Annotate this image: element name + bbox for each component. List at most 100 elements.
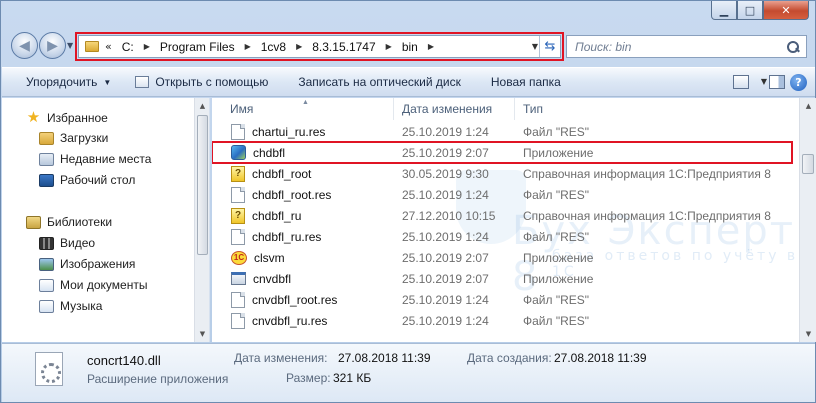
star-icon: ★	[26, 109, 41, 126]
table-row[interactable]: ? chdbfl_root 30.05.2019 9:30 Справочная …	[212, 163, 792, 184]
scroll-up-icon[interactable]: ▲	[195, 98, 210, 114]
scroll-down-icon[interactable]: ▼	[800, 326, 816, 342]
details-size-label: Размер:	[286, 371, 331, 385]
table-row[interactable]: 1С clsvm 25.10.2019 2:07 Приложение	[212, 247, 792, 268]
breadcrumb-bin[interactable]: bin	[402, 40, 418, 54]
nav-item-desktop[interactable]: Рабочий стол	[39, 173, 135, 187]
breadcrumb-program-files[interactable]: Program Files	[160, 40, 235, 54]
res-file-icon	[231, 228, 245, 245]
nav-item-images[interactable]: Изображения	[39, 257, 135, 271]
close-button[interactable]: ✕	[763, 1, 809, 20]
nav-pane-scrollbar[interactable]: ▲ ▼	[194, 98, 209, 342]
refresh-button[interactable]: ⇆	[539, 36, 560, 57]
file-type: Файл "RES"	[523, 313, 590, 328]
column-header-name[interactable]: ▲ Имя	[212, 98, 394, 120]
file-name: cnvdbfl_root.res	[252, 292, 338, 307]
nav-item-libraries[interactable]: Библиотеки	[26, 215, 112, 229]
address-bar[interactable]: « C: ▶ Program Files ▶ 1cv8 ▶ 8.3.15.174…	[75, 32, 564, 61]
help-button[interactable]: ?	[790, 74, 807, 91]
video-library-icon	[39, 236, 54, 250]
scrollbar-thumb[interactable]	[802, 154, 814, 174]
preview-pane-button[interactable]	[769, 75, 785, 89]
nav-label-images: Изображения	[60, 257, 136, 271]
file-date: 25.10.2019 1:24	[402, 292, 489, 307]
file-type: Файл "RES"	[523, 124, 590, 139]
nav-label-favorites: Избранное	[47, 111, 108, 125]
back-button[interactable]: ◀	[11, 32, 38, 59]
recent-pages-dropdown[interactable]: ▼	[67, 41, 73, 50]
table-row[interactable]: chdbfl_root.res 25.10.2019 1:24 Файл "RE…	[212, 184, 792, 205]
res-file-icon	[231, 186, 245, 203]
nav-item-video[interactable]: Видео	[39, 236, 95, 250]
column-headers: ▲ Имя Дата изменения Тип	[212, 98, 792, 120]
address-history-dropdown[interactable]: ▼	[532, 42, 538, 51]
file-date: 25.10.2019 2:07	[402, 250, 489, 265]
organize-button[interactable]: Упорядочить ▼	[2, 68, 121, 96]
column-header-type[interactable]: Тип	[515, 98, 785, 120]
file-name: chdbfl_root.res	[252, 187, 332, 202]
scroll-down-icon[interactable]: ▼	[195, 326, 210, 342]
file-name: clsvm	[254, 250, 285, 265]
table-row[interactable]: cnvdbfl 25.10.2019 2:07 Приложение	[212, 268, 792, 289]
nav-label-libraries: Библиотеки	[47, 215, 113, 229]
breadcrumb-separator-icon[interactable]: ▶	[386, 42, 392, 51]
table-row[interactable]: chdbfl_ru.res 25.10.2019 1:24 Файл "RES"	[212, 226, 792, 247]
table-row[interactable]: cnvdbfl_ru.res 25.10.2019 1:24 Файл "RES…	[212, 310, 792, 331]
view-options-dropdown[interactable]: ▼	[761, 77, 767, 86]
help-file-icon: ?	[231, 207, 245, 224]
nav-item-recent[interactable]: Недавние места	[39, 152, 151, 166]
burn-disc-button[interactable]: Записать на оптический диск	[278, 68, 471, 96]
breadcrumb-drive[interactable]: C:	[122, 40, 134, 54]
search-input[interactable]: Поиск: bin	[575, 40, 786, 54]
breadcrumb-version[interactable]: 8.3.15.1747	[312, 40, 375, 54]
scrollbar-thumb[interactable]	[197, 115, 208, 255]
file-name: cnvdbfl_ru.res	[252, 313, 328, 328]
search-icon[interactable]	[786, 40, 800, 54]
breadcrumb-separator-icon[interactable]: ▶	[144, 42, 150, 51]
file-name: chdbfl_ru.res	[252, 229, 322, 244]
column-header-date[interactable]: Дата изменения	[394, 98, 515, 120]
dll-file-icon	[35, 352, 63, 386]
file-list-scrollbar[interactable]: ▲ ▼	[799, 98, 816, 342]
navigation-pane: ★ Избранное Загрузки Недавние места Рабо…	[2, 98, 210, 342]
chevron-down-icon: ▼	[103, 77, 112, 87]
search-box[interactable]: Поиск: bin	[566, 35, 807, 58]
breadcrumb-1cv8[interactable]: 1cv8	[261, 40, 286, 54]
libraries-icon	[26, 215, 41, 229]
open-with-label: Открыть с помощью	[155, 75, 269, 89]
minimize-button[interactable]: ▁	[711, 1, 737, 20]
details-pane: concrt140.dll Расширение приложения Дата…	[2, 343, 815, 402]
file-date: 30.05.2019 9:30	[402, 166, 489, 181]
breadcrumb-separator-icon[interactable]: ▶	[296, 42, 302, 51]
table-row-highlighted[interactable]: chdbfl 25.10.2019 2:07 Приложение	[212, 141, 793, 164]
res-file-icon	[231, 123, 245, 140]
forward-button[interactable]: ▶	[39, 32, 66, 59]
table-row[interactable]: ? chdbfl_ru 27.12.2010 10:15 Справочная и…	[212, 205, 792, 226]
address-overflow[interactable]: «	[105, 40, 112, 53]
file-list: Бух Эксперт 8 база ответов по учёту в 1С…	[212, 98, 816, 342]
scroll-up-icon[interactable]: ▲	[800, 98, 816, 114]
breadcrumb-separator-icon[interactable]: ▶	[428, 42, 434, 51]
organize-label: Упорядочить	[26, 75, 98, 89]
arrow-right-icon: ▶	[47, 37, 58, 54]
change-view-button[interactable]	[733, 75, 749, 89]
open-with-button[interactable]: Открыть с помощью	[121, 68, 278, 96]
nav-item-documents[interactable]: Мои документы	[39, 278, 147, 292]
column-header-name-label: Имя	[230, 102, 254, 116]
new-folder-button[interactable]: Новая папка	[471, 68, 571, 96]
breadcrumb-separator-icon[interactable]: ▶	[245, 42, 251, 51]
table-row[interactable]: chartui_ru.res 25.10.2019 1:24 Файл "RES…	[212, 121, 792, 142]
nav-label-desktop: Рабочий стол	[60, 173, 136, 187]
table-row[interactable]: cnvdbfl_root.res 25.10.2019 1:24 Файл "R…	[212, 289, 792, 310]
res-file-icon	[231, 291, 245, 308]
nav-item-music[interactable]: Музыка	[39, 299, 102, 313]
nav-item-favorites[interactable]: ★ Избранное	[26, 110, 108, 126]
arrow-left-icon: ◀	[19, 37, 30, 54]
refresh-icon: ⇆	[544, 39, 556, 54]
maximize-button[interactable]: □	[737, 1, 763, 20]
navigation-row: ◀ ▶ ▼ « C: ▶ Program Files ▶ 1cv8 ▶ 8.3.…	[1, 28, 816, 64]
file-type: Справочная информация 1С:Предприятия 8	[523, 208, 771, 223]
details-file-name: concrt140.dll	[87, 353, 161, 368]
file-name: chdbfl_ru	[252, 208, 302, 223]
nav-item-downloads[interactable]: Загрузки	[39, 131, 108, 145]
